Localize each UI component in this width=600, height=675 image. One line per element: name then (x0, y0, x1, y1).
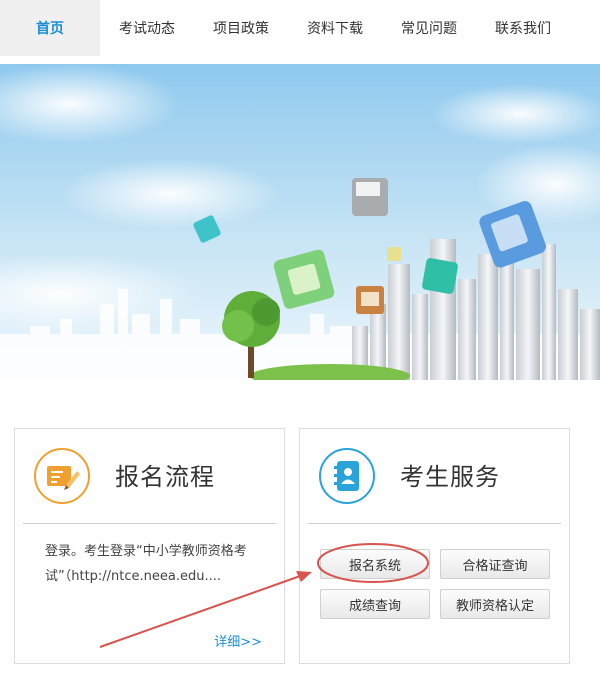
card-header: 报名流程 (15, 429, 284, 523)
nav-policy[interactable]: 项目政策 (194, 0, 288, 56)
top-nav: 首页 考试动态 项目政策 资料下载 常见问题 联系我们 (0, 0, 600, 56)
certificate-pencil-icon (33, 447, 91, 505)
nav-contact[interactable]: 联系我们 (476, 0, 570, 56)
process-summary-text: 登录。考生登录“中小学教师资格考试”（http://ntce.neea.edu.… (45, 544, 247, 584)
details-link[interactable]: 详细>> (214, 631, 262, 650)
card-header: 考生服务 (300, 429, 569, 523)
banner-illustration (0, 64, 600, 380)
score-query-button[interactable]: 成绩查询 (320, 589, 430, 619)
contact-book-icon (318, 447, 376, 505)
candidate-services-card: 考生服务 报名系统 合格证查询 成绩查询 教师资格认定 (299, 428, 570, 664)
registration-system-button[interactable]: 报名系统 (320, 549, 430, 579)
card-title: 考生服务 (400, 463, 500, 491)
registration-process-card: 报名流程 登录。考生登录“中小学教师资格考试”（http://ntce.neea… (14, 428, 285, 664)
card-title: 报名流程 (115, 463, 215, 491)
teacher-qualification-button[interactable]: 教师资格认定 (440, 589, 550, 619)
nav-exam-news[interactable]: 考试动态 (100, 0, 194, 56)
nav-home[interactable]: 首页 (0, 0, 100, 56)
divider (308, 523, 561, 524)
certificate-query-button[interactable]: 合格证查询 (440, 549, 550, 579)
hero-banner (0, 64, 600, 380)
divider (23, 523, 276, 524)
nav-faq[interactable]: 常见问题 (382, 0, 476, 56)
nav-downloads[interactable]: 资料下载 (288, 0, 382, 56)
